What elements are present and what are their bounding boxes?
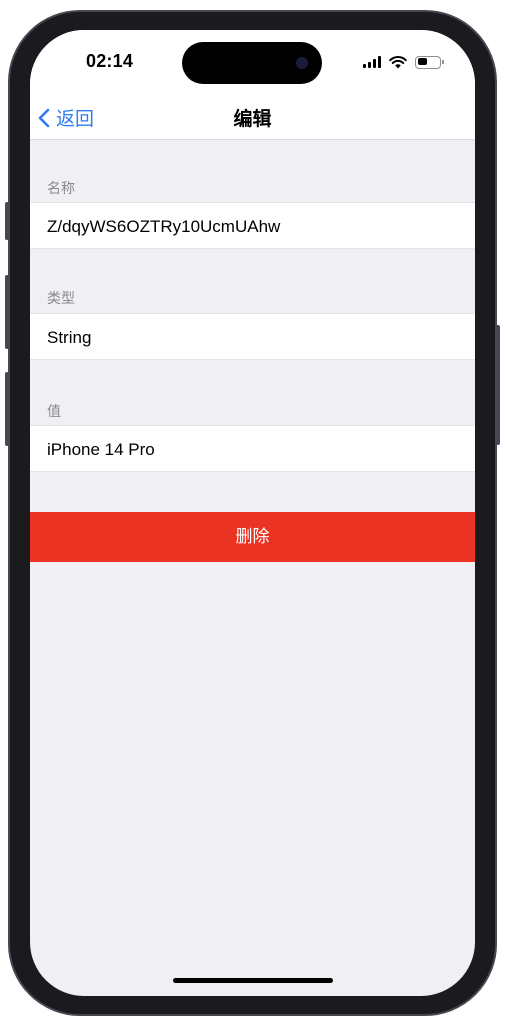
- section-header-type: 类型: [47, 290, 75, 306]
- section-header-name: 名称: [47, 180, 75, 196]
- screen: 02:14 返回 编辑 名称 Z/dqyWS6OZTRy10UcmUAhw 类型…: [30, 30, 475, 996]
- camera-icon: [296, 57, 308, 69]
- delete-button[interactable]: 删除: [30, 512, 475, 562]
- home-indicator[interactable]: [173, 978, 333, 983]
- wifi-icon: [389, 55, 407, 68]
- power-button: [496, 325, 500, 445]
- type-value: String: [47, 328, 92, 347]
- status-time: 02:14: [86, 51, 134, 71]
- field-row-name[interactable]: Z/dqyWS6OZTRy10UcmUAhw: [30, 202, 475, 249]
- section-header-value: 值: [47, 403, 61, 419]
- battery-cap: [442, 60, 444, 64]
- battery-level: [417, 58, 427, 65]
- volume-up-button: [5, 275, 9, 349]
- status-bar: 02:14: [30, 30, 475, 94]
- navigation-bar: 返回 编辑: [30, 94, 475, 140]
- name-value: Z/dqyWS6OZTRy10UcmUAhw: [47, 217, 281, 236]
- field-row-value[interactable]: iPhone 14 Pro: [30, 425, 475, 472]
- dynamic-island: [182, 42, 322, 84]
- page-title: 编辑: [233, 109, 272, 130]
- value-value: iPhone 14 Pro: [47, 440, 155, 459]
- status-icons: [363, 54, 444, 70]
- cellular-signal-icon: [363, 56, 381, 68]
- volume-down-button: [5, 372, 9, 446]
- battery-icon: [415, 55, 444, 69]
- field-row-type[interactable]: String: [30, 313, 475, 360]
- action-button: [5, 202, 9, 240]
